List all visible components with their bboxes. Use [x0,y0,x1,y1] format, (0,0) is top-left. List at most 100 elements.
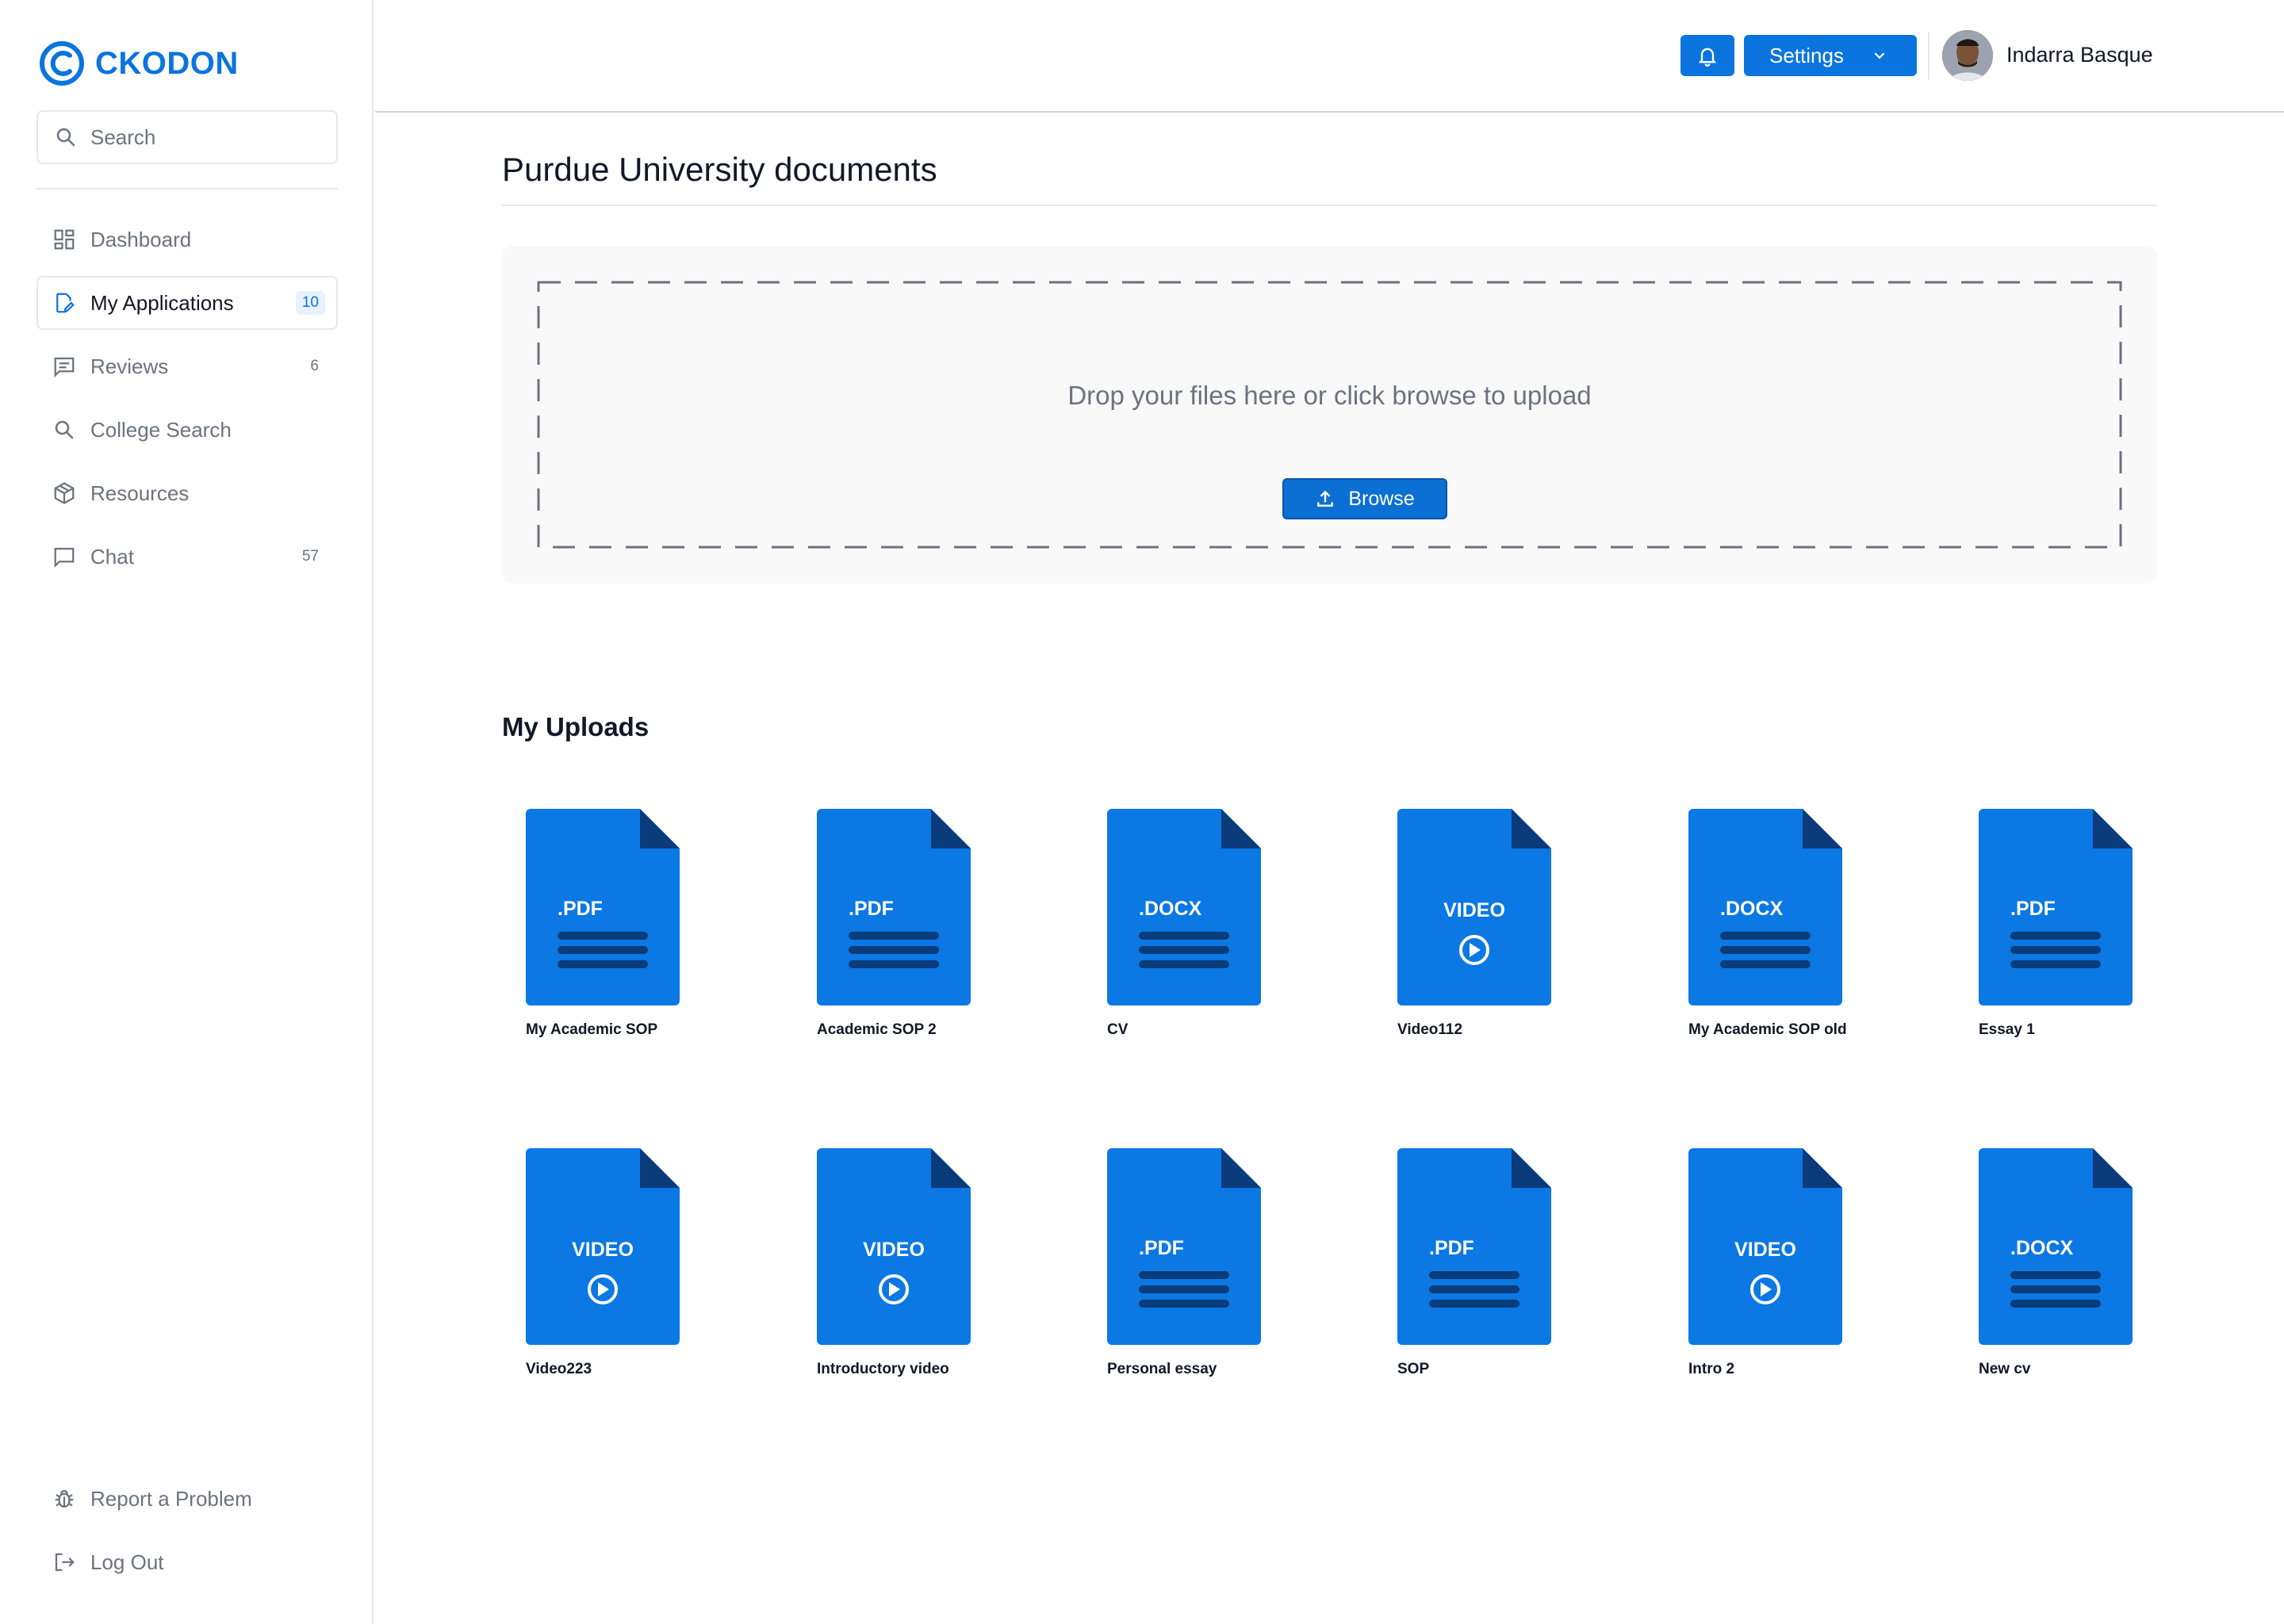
sidebar-item-reviews[interactable]: Reviews 6 [36,339,338,393]
file-name: My Academic SOP old [1688,1021,1847,1038]
count-badge: 10 [295,291,325,315]
file-type-label: .PDF [1139,1237,1184,1259]
file-type-label: VIDEO [1734,1239,1796,1261]
file-name: CV [1107,1021,1129,1038]
file-card[interactable]: VIDEO Intro 2 [1688,1148,1847,1380]
file-name: Video223 [526,1361,592,1377]
document-file-icon: .PDF [1979,809,2133,1005]
file-card[interactable]: .DOCX My Academic SOP old [1688,809,1847,1040]
count-badge: 6 [310,358,319,374]
document-file-icon: .PDF [1107,1148,1261,1345]
search-input[interactable] [90,124,328,150]
file-name: Personal essay [1107,1361,1217,1377]
sidebar-item-my-applications[interactable]: My Applications 10 [36,276,338,330]
title-divider [502,205,2157,206]
header-divider [1928,32,1930,79]
logout-icon [55,1553,75,1572]
upload-panel: Drop your files here or click browse to … [502,246,2157,584]
sidebar-item-resources[interactable]: Resources [36,466,338,520]
document-file-icon: .DOCX [1979,1148,2133,1345]
ckodon-logo-icon [40,41,84,86]
document-file-icon: .PDF [526,809,680,1005]
brand[interactable]: CKODON [40,41,239,86]
browse-label: Browse [1348,487,1415,510]
file-name: Introductory video [817,1361,949,1377]
file-card[interactable]: .DOCX CV [1107,809,1266,1040]
search-box[interactable] [36,110,338,164]
file-type-label: .DOCX [2010,1237,2074,1259]
file-name: Academic SOP 2 [817,1021,937,1038]
sidebar-item-chat[interactable]: Chat 57 [36,530,338,584]
count-badge: 57 [301,548,319,565]
file-type-label: .PDF [849,898,894,920]
sidebar-bottom-nav: Report a Problem Log Out [36,1472,338,1599]
file-name: My Academic SOP [526,1021,658,1038]
brand-name: CKODON [95,45,239,81]
chevron-down-icon [1874,52,1885,59]
settings-dropdown-button[interactable]: Settings [1744,35,1917,76]
file-name: SOP [1397,1361,1430,1377]
reviews-icon [54,357,75,377]
upload-icon [1317,490,1334,507]
file-type-label: VIDEO [863,1239,925,1261]
file-card[interactable]: VIDEO Introductory video [817,1148,975,1380]
file-type-label: VIDEO [572,1239,634,1261]
logout-button[interactable]: Log Out [36,1535,338,1589]
chat-icon [54,547,75,568]
file-name: New cv [1979,1361,2031,1377]
video-file-icon: VIDEO [1397,809,1551,1005]
bell-icon [1698,48,1717,67]
sidebar-divider [36,188,338,190]
avatar-image [1942,30,1993,81]
file-type-label: .PDF [558,898,603,920]
video-file-icon: VIDEO [1688,1148,1842,1345]
search-icon [56,128,75,147]
dropzone-text: Drop your files here or click browse to … [1067,381,1592,410]
file-dropzone[interactable]: Drop your files here or click browse to … [537,281,2122,549]
sidebar-item-label: My Applications [90,290,234,315]
user-name[interactable]: Indarra Basque [2006,43,2153,67]
document-file-icon: .PDF [1397,1148,1551,1345]
file-card[interactable]: .DOCX New cv [1979,1148,2137,1380]
video-file-icon: VIDEO [817,1148,971,1345]
app-root: CKODON Dashboard [0,0,2284,1624]
file-card[interactable]: .PDF Essay 1 [1979,809,2137,1040]
file-card[interactable]: .PDF SOP [1397,1148,1556,1380]
bug-icon [55,1489,74,1508]
document-file-icon: .DOCX [1688,809,1842,1005]
sidebar-item-label: Chat [90,544,134,569]
notifications-button[interactable] [1680,35,1734,76]
top-header: Settings Indarra Basque [375,0,2284,113]
browse-button[interactable]: Browse [1282,478,1447,519]
page-title: Purdue University documents [502,151,937,188]
file-card[interactable]: VIDEO Video223 [526,1148,684,1380]
report-problem-button[interactable]: Report a Problem [36,1472,338,1526]
report-problem-label: Report a Problem [90,1486,252,1511]
video-file-icon: VIDEO [526,1148,680,1345]
file-card[interactable]: .PDF Personal essay [1107,1148,1266,1380]
document-file-icon: .PDF [817,809,971,1005]
sidebar-item-label: Resources [90,481,190,505]
sidebar-item-label: Dashboard [90,227,192,251]
file-card[interactable]: .PDF My Academic SOP [526,809,684,1040]
settings-label: Settings [1769,43,1844,67]
file-card[interactable]: VIDEO Video112 [1397,809,1556,1040]
file-card[interactable]: .PDF Academic SOP 2 [817,809,975,1040]
file-name: Intro 2 [1688,1361,1735,1377]
logout-label: Log Out [90,1549,164,1574]
sidebar-item-college-search[interactable]: College Search [36,403,338,457]
dashboard-icon [54,229,75,250]
search-icon [55,420,74,439]
file-type-label: VIDEO [1443,899,1505,921]
avatar[interactable] [1942,30,1993,81]
sidebar: CKODON Dashboard [0,0,374,1624]
file-type-label: .DOCX [1720,898,1784,920]
document-file-icon: .DOCX [1107,809,1261,1005]
uploads-title: My Uploads [502,712,650,741]
sidebar-item-label: College Search [90,417,232,442]
file-name: Essay 1 [1979,1021,2035,1038]
package-icon [54,482,75,504]
file-type-label: .DOCX [1139,898,1202,920]
sidebar-item-dashboard[interactable]: Dashboard [36,213,338,266]
sidebar-nav: Dashboard My Applications 10 Reviews 6 C… [36,213,338,593]
